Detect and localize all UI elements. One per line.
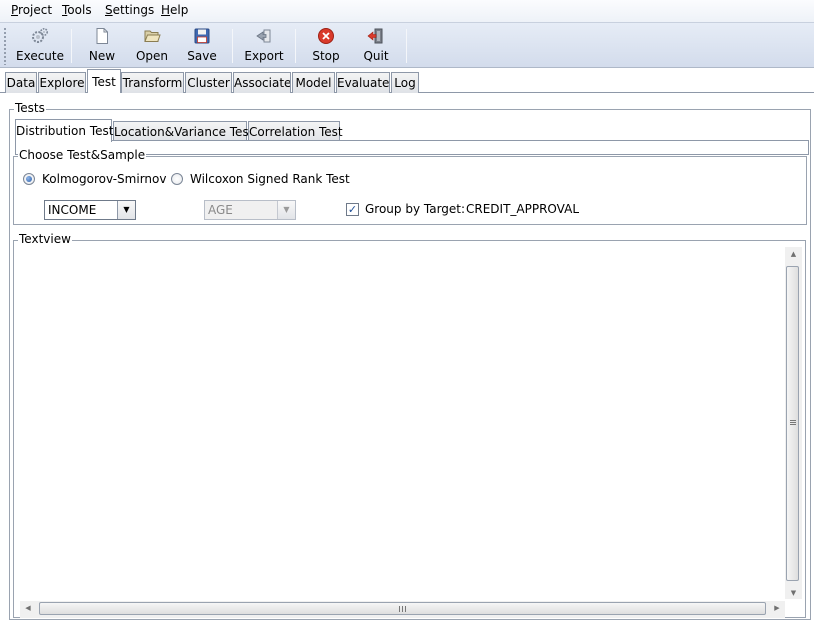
group-by-target-label: Group by Target: — [365, 202, 466, 216]
menu-help[interactable]: Help — [161, 3, 188, 17]
target-variable-name: CREDIT_APPROVAL — [466, 202, 579, 216]
tab-transform[interactable]: Transform — [121, 72, 184, 93]
save-button[interactable]: Save — [184, 25, 220, 67]
wilcoxon-radio-label[interactable]: Wilcoxon Signed Rank Test — [190, 172, 350, 186]
wilcoxon-radio[interactable] — [171, 173, 183, 185]
tab-log[interactable]: Log — [391, 72, 419, 93]
toolbar: Execute New Open Save Export Stop Quit — [0, 22, 814, 68]
chevron-down-icon: ▼ — [277, 201, 295, 219]
export-icon — [256, 29, 271, 43]
menu-settings[interactable]: Settings — [105, 3, 154, 17]
ks-radio-label[interactable]: Kolmogorov-Smirnov — [42, 172, 166, 186]
menu-bar: Project Tools Settings Help — [0, 0, 814, 22]
tab-model[interactable]: Model — [292, 72, 335, 93]
scroll-down-arrow[interactable]: ▼ — [785, 589, 802, 597]
tab-evaluate[interactable]: Evaluate — [336, 72, 390, 93]
tab-associate[interactable]: Associate — [233, 72, 291, 93]
group-by-target-checkbox[interactable]: ✓ — [346, 203, 359, 216]
variable-select-value: INCOME — [48, 203, 97, 217]
quit-button[interactable]: Quit — [358, 25, 394, 67]
menu-tools[interactable]: Tools — [62, 3, 92, 17]
vertical-scroll-thumb[interactable] — [786, 266, 799, 581]
main-tab-bar: Data Explore Test Transform Cluster Asso… — [0, 68, 814, 94]
toolbar-separator — [71, 29, 72, 63]
textview-area[interactable] — [18, 248, 786, 600]
new-button[interactable]: New — [84, 25, 120, 67]
stop-icon — [318, 28, 334, 44]
subtab-location-variance-test[interactable]: Location&Variance Test — [113, 121, 253, 142]
tab-cluster[interactable]: Cluster — [185, 72, 232, 93]
subtab-correlation-test[interactable]: Correlation Test — [248, 121, 343, 142]
scroll-left-arrow[interactable]: ◀ — [23, 604, 33, 612]
tests-group-title: Tests — [14, 101, 46, 115]
scroll-right-arrow[interactable]: ▶ — [772, 604, 782, 612]
new-document-icon — [96, 28, 108, 44]
horizontal-scroll-thumb[interactable] — [39, 602, 766, 615]
execute-button[interactable]: Execute — [16, 25, 64, 67]
folder-open-icon — [144, 30, 161, 42]
toolbar-separator — [295, 29, 296, 63]
floppy-disk-icon — [194, 28, 210, 44]
tab-explore[interactable]: Explore — [38, 72, 86, 93]
tab-data[interactable]: Data — [5, 72, 37, 93]
choose-test-group-title: Choose Test&Sample — [18, 148, 147, 162]
subtab-distribution-test[interactable]: Distribution Test — [15, 119, 113, 142]
textview-vertical-scrollbar[interactable]: ▲ ▼ — [785, 247, 802, 599]
second-variable-select-value: AGE — [208, 203, 233, 217]
stop-button[interactable]: Stop — [308, 25, 344, 67]
tab-test[interactable]: Test — [87, 69, 121, 93]
chevron-down-icon[interactable]: ▼ — [117, 201, 135, 219]
toolbar-separator — [406, 29, 407, 63]
second-variable-select: AGE ▼ — [204, 200, 296, 220]
toolbar-separator — [232, 29, 233, 63]
quit-door-icon — [367, 28, 383, 44]
open-button[interactable]: Open — [133, 25, 171, 67]
toolbar-grip[interactable] — [3, 27, 7, 65]
gears-icon — [32, 27, 49, 43]
textview-group-title: Textview — [18, 232, 72, 246]
ks-radio[interactable] — [23, 173, 35, 185]
export-button[interactable]: Export — [243, 25, 285, 67]
variable-select[interactable]: INCOME ▼ — [44, 200, 136, 220]
menu-project[interactable]: Project — [11, 3, 52, 17]
textview-horizontal-scrollbar[interactable]: ◀ ▶ — [20, 601, 785, 618]
scroll-up-arrow[interactable]: ▲ — [785, 250, 802, 258]
